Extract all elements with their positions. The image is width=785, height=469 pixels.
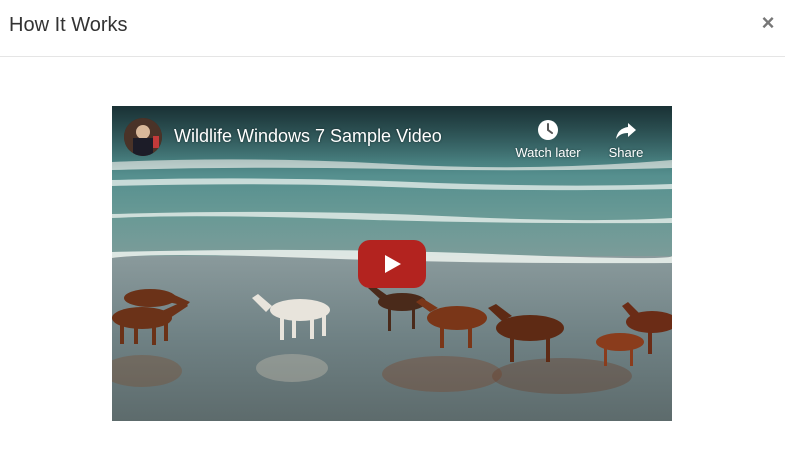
share-label: Share xyxy=(608,145,644,160)
channel-avatar[interactable] xyxy=(124,118,162,156)
video-title[interactable]: Wildlife Windows 7 Sample Video xyxy=(174,126,442,147)
clock-icon xyxy=(538,120,558,140)
play-icon xyxy=(358,240,426,288)
watch-later-label: Watch later xyxy=(515,145,581,160)
play-button[interactable] xyxy=(358,240,426,288)
video-player[interactable]: Wildlife Windows 7 Sample Video Watch la… xyxy=(112,106,672,421)
modal-title: How It Works xyxy=(9,14,128,36)
close-button[interactable]: × xyxy=(759,11,777,35)
share-arrow-icon xyxy=(616,123,636,139)
watch-later-button[interactable]: Watch later xyxy=(508,118,588,160)
modal-header: How It Works × xyxy=(0,0,785,57)
share-button[interactable]: Share xyxy=(602,118,650,160)
avatar-image xyxy=(124,118,162,156)
